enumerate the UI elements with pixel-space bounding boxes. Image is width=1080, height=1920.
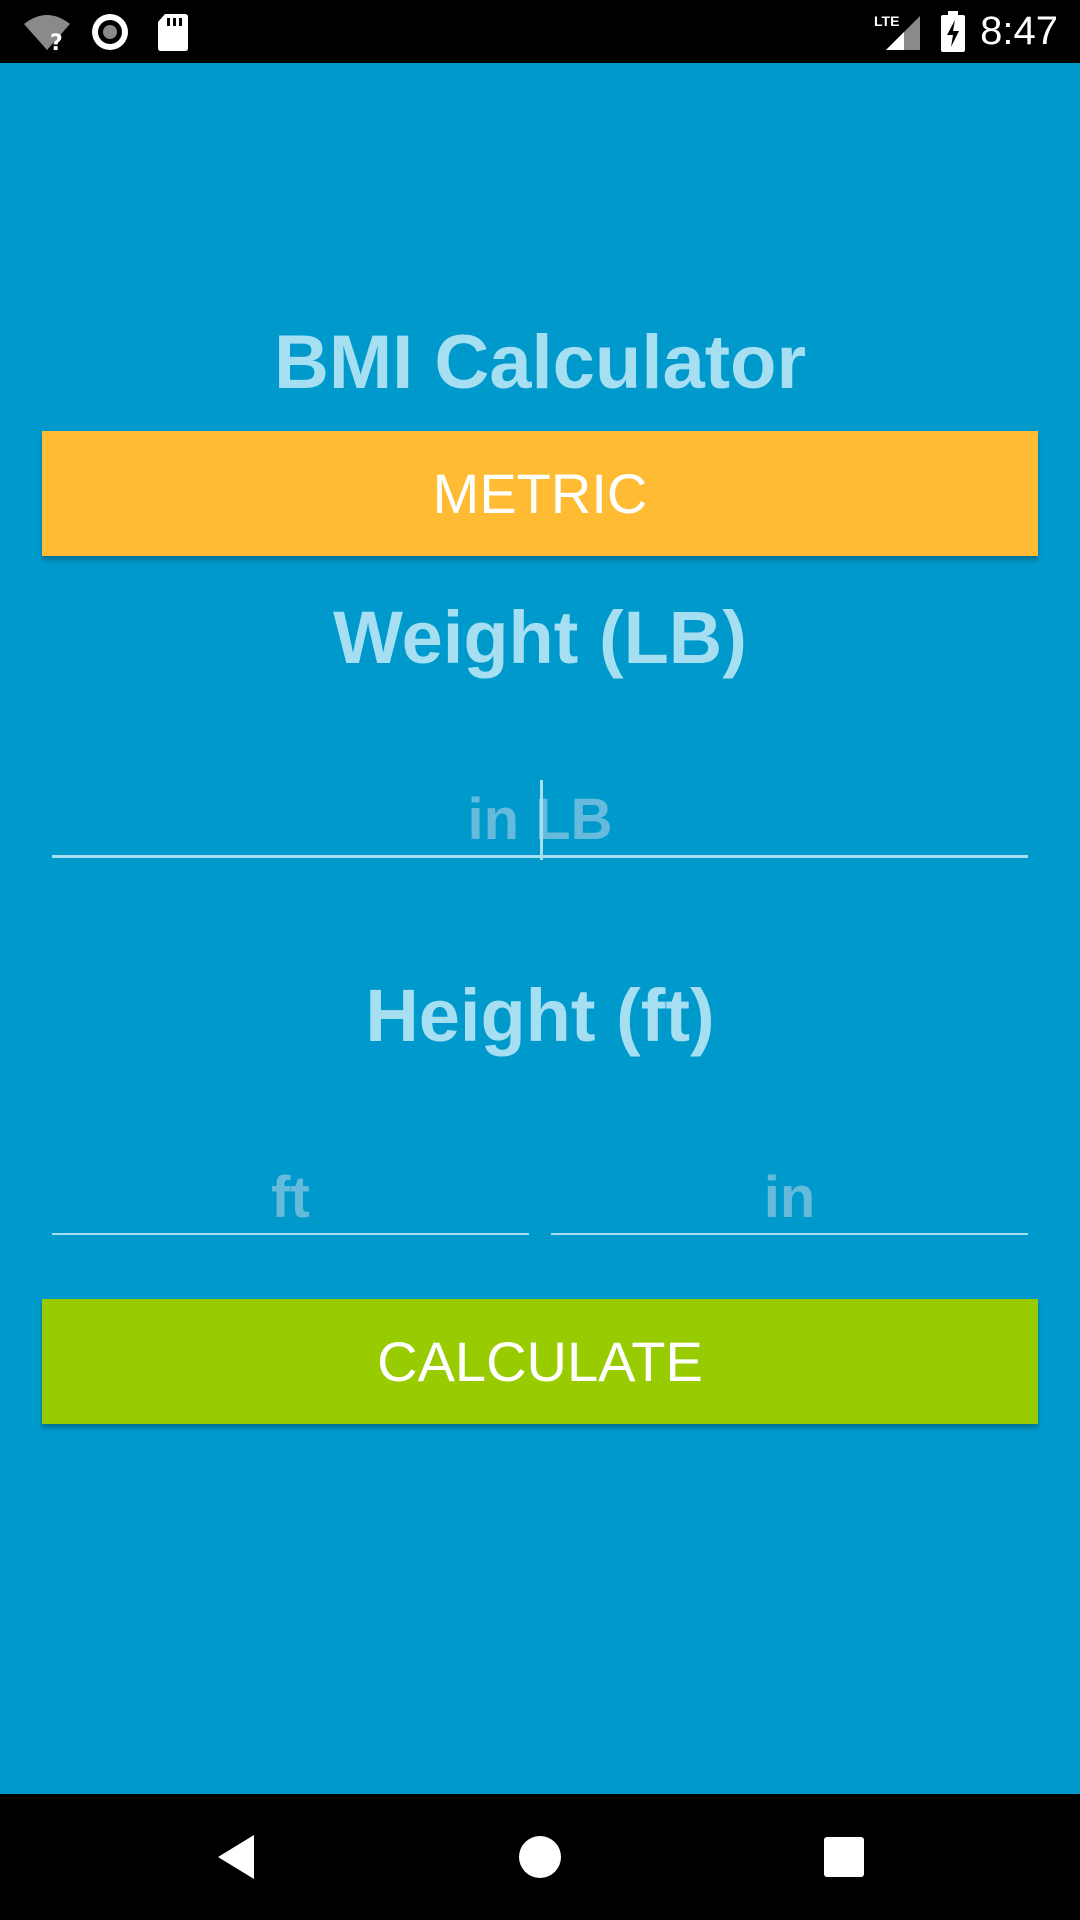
home-icon[interactable] xyxy=(490,1794,590,1920)
page-title: BMI Calculator xyxy=(273,320,807,405)
svg-text:LTE: LTE xyxy=(874,13,899,29)
wifi-question-icon: ? xyxy=(22,0,72,63)
svg-text:?: ? xyxy=(50,31,63,52)
sd-card-icon xyxy=(157,0,189,63)
status-time: 8:47 xyxy=(980,9,1058,53)
status-bar: ? LTE 8:47 xyxy=(0,0,1080,63)
height-inches-placeholder: in xyxy=(763,1165,816,1230)
signal-icon: LTE xyxy=(874,0,922,63)
height-feet-placeholder: ft xyxy=(271,1165,310,1230)
height-inches-input[interactable]: in xyxy=(551,1153,1028,1235)
weight-label: Weight (LB) xyxy=(333,596,747,679)
metric-toggle-button[interactable]: METRIC xyxy=(42,431,1038,556)
height-feet-input[interactable]: ft xyxy=(52,1153,529,1235)
back-icon[interactable] xyxy=(186,1794,286,1920)
navigation-bar xyxy=(0,1794,1080,1920)
record-icon xyxy=(90,0,130,63)
battery-charging-icon xyxy=(940,0,966,63)
calculate-button[interactable]: CALCULATE xyxy=(42,1299,1038,1424)
bmi-app: BMI Calculator METRIC Weight (LB) in LB … xyxy=(0,63,1080,1794)
metric-button-label: METRIC xyxy=(432,462,648,525)
text-cursor xyxy=(540,780,543,860)
height-label: Height (ft) xyxy=(365,974,715,1057)
recents-icon[interactable] xyxy=(794,1794,894,1920)
calculate-button-label: CALCULATE xyxy=(377,1330,703,1393)
